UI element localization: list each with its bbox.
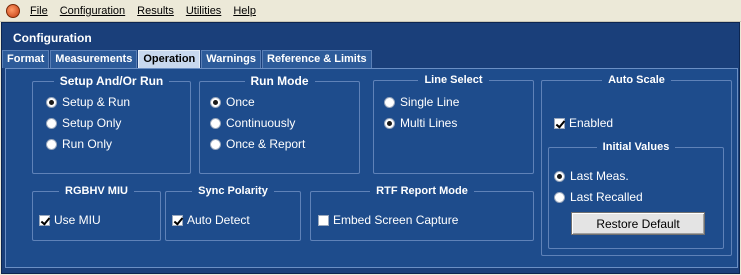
radio-label: Continuously — [226, 116, 296, 130]
app-icon — [6, 3, 20, 18]
checkbox-label: Enabled — [569, 116, 614, 130]
checkbox-label: Auto Detect — [187, 213, 250, 227]
radio-multi-lines[interactable]: Multi Lines — [384, 116, 457, 130]
checkbox-label: Embed Screen Capture — [333, 213, 459, 227]
sync-polarity-legend: Sync Polarity — [198, 185, 268, 197]
menu-configuration[interactable]: Configuration — [54, 0, 131, 22]
menu-help-label: Help — [233, 4, 256, 17]
menu-results[interactable]: Results — [131, 0, 180, 22]
rtf-report-mode-legend: RTF Report Mode — [376, 185, 468, 197]
tab-format[interactable]: Format — [2, 50, 50, 68]
radio-label: Once — [226, 95, 255, 109]
tab-warnings[interactable]: Warnings — [201, 50, 261, 68]
radio-button[interactable] — [210, 96, 221, 108]
embed-screen-capture-checkbox[interactable]: Embed Screen Capture — [318, 213, 458, 227]
radio-label: Last Recalled — [570, 190, 643, 204]
radio-run-only[interactable]: Run Only — [46, 137, 112, 151]
run-mode-legend: Run Mode — [250, 74, 309, 88]
radio-button[interactable] — [384, 96, 395, 108]
menu-configuration-label: Configuration — [59, 4, 126, 17]
radio-last-recalled[interactable]: Last Recalled — [554, 190, 643, 204]
checkbox[interactable] — [39, 214, 50, 226]
menu-bar: File Configuration Results Utilities Hel… — [0, 0, 741, 22]
line-select-legend: Line Select — [424, 74, 483, 86]
radio-button[interactable] — [210, 138, 221, 150]
menu-utilities-label: Utilities — [185, 4, 222, 17]
auto-detect-checkbox[interactable]: Auto Detect — [172, 213, 250, 227]
radio-label: Single Line — [400, 95, 460, 109]
radio-button[interactable] — [46, 138, 57, 150]
radio-once-and-report[interactable]: Once & Report — [210, 137, 305, 151]
radio-continuously[interactable]: Continuously — [210, 116, 295, 130]
radio-setup-and-run[interactable]: Setup & Run — [46, 95, 130, 109]
radio-label: Last Meas. — [570, 169, 629, 183]
initial-values-legend: Initial Values — [602, 141, 670, 153]
menu-file[interactable]: File — [24, 0, 54, 22]
radio-label: Multi Lines — [400, 116, 458, 130]
checkbox[interactable] — [318, 214, 329, 226]
rgbhv-miu-legend: RGBHV MIU — [65, 185, 128, 197]
window-title: Configuration — [13, 31, 92, 45]
auto-scale-legend: Auto Scale — [608, 74, 665, 86]
radio-setup-only[interactable]: Setup Only — [46, 116, 121, 130]
radio-label: Once & Report — [226, 137, 306, 151]
radio-button[interactable] — [554, 170, 565, 182]
radio-label: Run Only — [62, 137, 113, 151]
radio-label: Setup Only — [62, 116, 122, 130]
menu-utilities[interactable]: Utilities — [180, 0, 227, 22]
auto-scale-enabled-checkbox[interactable]: Enabled — [554, 116, 613, 130]
operation-panel: Setup And/Or Run Setup & Run Setup Only … — [5, 68, 738, 268]
radio-button[interactable] — [554, 191, 565, 203]
radio-button[interactable] — [46, 117, 57, 129]
radio-single-line[interactable]: Single Line — [384, 95, 459, 109]
tab-bar: Format Measurements Operation Warnings R… — [2, 50, 373, 68]
setup-run-legend: Setup And/Or Run — [59, 74, 164, 88]
use-miu-checkbox[interactable]: Use MIU — [39, 213, 101, 227]
menu-file-label: File — [30, 4, 48, 17]
tab-measurements[interactable]: Measurements — [50, 50, 138, 68]
radio-last-meas[interactable]: Last Meas. — [554, 169, 629, 183]
radio-once[interactable]: Once — [210, 95, 255, 109]
configuration-window: Configuration Format Measurements Operat… — [1, 22, 740, 274]
menu-results-label: Results — [137, 4, 174, 17]
checkbox[interactable] — [554, 117, 565, 129]
radio-button[interactable] — [46, 96, 57, 108]
radio-button[interactable] — [384, 117, 395, 129]
radio-button[interactable] — [210, 117, 221, 129]
radio-label: Setup & Run — [62, 95, 131, 109]
tab-reference-limits[interactable]: Reference & Limits — [262, 50, 372, 68]
restore-default-button[interactable]: Restore Default — [571, 212, 705, 235]
checkbox-label: Use MIU — [54, 213, 101, 227]
checkbox[interactable] — [172, 214, 183, 226]
tab-operation[interactable]: Operation — [138, 50, 201, 68]
menu-help[interactable]: Help — [227, 0, 262, 22]
